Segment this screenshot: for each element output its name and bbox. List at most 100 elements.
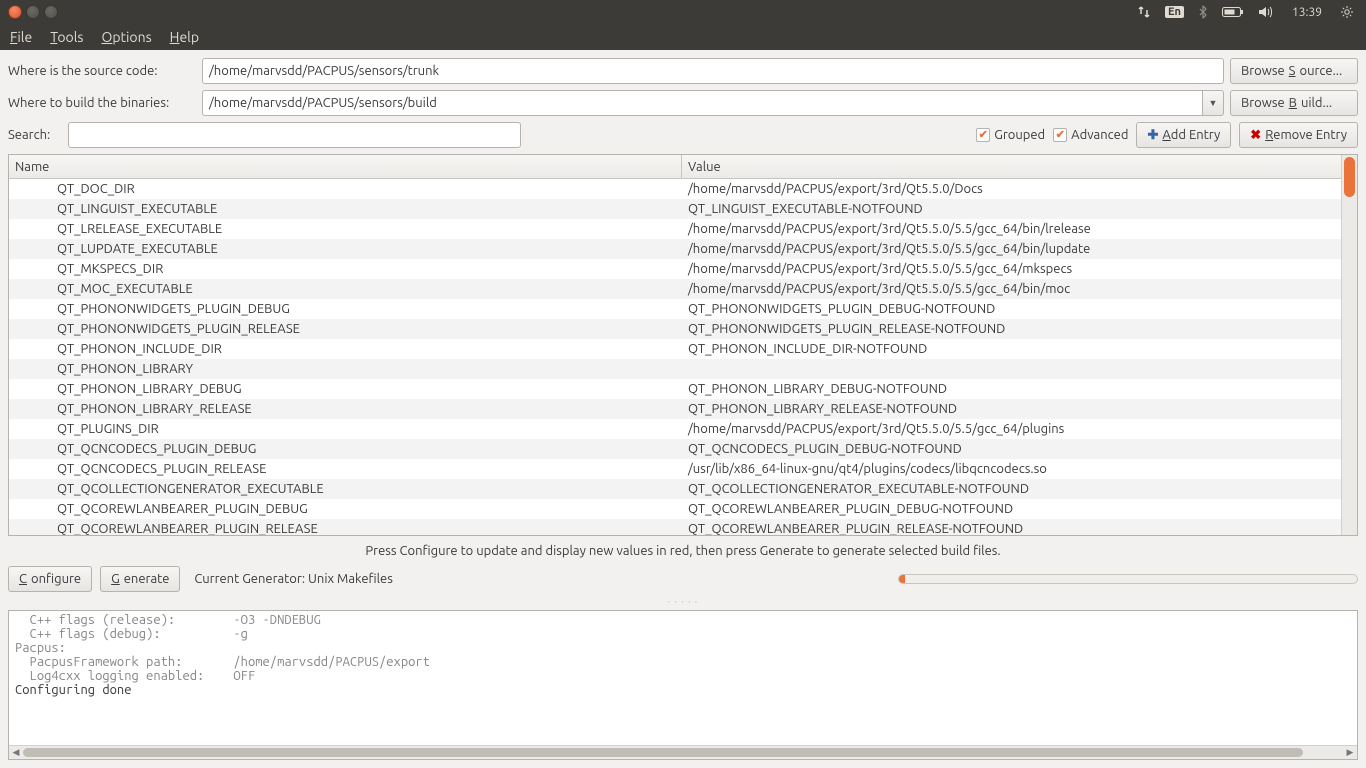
clock[interactable]: 13:39 bbox=[1292, 6, 1322, 19]
table-row[interactable]: QT_LUPDATE_EXECUTABLE/home/marvsdd/PACPU… bbox=[9, 239, 1341, 259]
table-row[interactable]: QT_QCOREWLANBEARER_PLUGIN_RELEASEQT_QCOR… bbox=[9, 519, 1341, 535]
cache-var-name: QT_LINGUIST_EXECUTABLE bbox=[9, 202, 682, 216]
grouped-label: Grouped bbox=[994, 128, 1045, 142]
output-text[interactable]: C++ flags (release): -O3 -DNDEBUG C++ fl… bbox=[9, 611, 1357, 745]
checkbox-icon bbox=[1053, 128, 1067, 142]
cache-var-name: QT_DOC_DIR bbox=[9, 182, 682, 196]
hint-text: Press Configure to update and display ne… bbox=[8, 542, 1358, 560]
cache-var-value[interactable]: QT_PHONON_LIBRARY_DEBUG-NOTFOUND bbox=[682, 382, 1341, 396]
cache-var-value[interactable]: QT_PHONONWIDGETS_PLUGIN_RELEASE-NOTFOUND bbox=[682, 322, 1341, 336]
current-generator-label: Current Generator: Unix Makefiles bbox=[194, 572, 392, 586]
cache-var-name: QT_QCOLLECTIONGENERATOR_EXECUTABLE bbox=[9, 482, 682, 496]
cache-var-name: QT_MKSPECS_DIR bbox=[9, 262, 682, 276]
table-row[interactable]: QT_PHONON_LIBRARY bbox=[9, 359, 1341, 379]
cache-var-name: QT_LRELEASE_EXECUTABLE bbox=[9, 222, 682, 236]
cache-var-value[interactable]: /home/marvsdd/PACPUS/export/3rd/Qt5.5.0/… bbox=[682, 422, 1341, 436]
cache-var-value[interactable]: /home/marvsdd/PACPUS/export/3rd/Qt5.5.0/… bbox=[682, 242, 1341, 256]
network-icon[interactable] bbox=[1137, 5, 1151, 19]
table-row[interactable]: QT_PHONONWIDGETS_PLUGIN_RELEASEQT_PHONON… bbox=[9, 319, 1341, 339]
cache-var-value[interactable]: /home/marvsdd/PACPUS/export/3rd/Qt5.5.0/… bbox=[682, 282, 1341, 296]
table-row[interactable]: QT_LRELEASE_EXECUTABLE/home/marvsdd/PACP… bbox=[9, 219, 1341, 239]
browse-build-button[interactable]: Browse Build... bbox=[1230, 90, 1358, 116]
window-maximize-button[interactable] bbox=[44, 5, 58, 19]
table-row[interactable]: QT_PHONONWIDGETS_PLUGIN_DEBUGQT_PHONONWI… bbox=[9, 299, 1341, 319]
cache-var-value[interactable]: QT_QCOREWLANBEARER_PLUGIN_DEBUG-NOTFOUND bbox=[682, 502, 1341, 516]
menu-options[interactable]: Options bbox=[101, 29, 151, 45]
cache-var-value[interactable]: QT_QCNCODECS_PLUGIN_DEBUG-NOTFOUND bbox=[682, 442, 1341, 456]
cache-var-value[interactable]: QT_QCOLLECTIONGENERATOR_EXECUTABLE-NOTFO… bbox=[682, 482, 1341, 496]
vertical-scrollbar[interactable] bbox=[1341, 155, 1357, 535]
column-header-name[interactable]: Name bbox=[9, 155, 682, 178]
settings-gear-icon[interactable] bbox=[1340, 5, 1354, 19]
column-header-value[interactable]: Value bbox=[682, 155, 1341, 178]
remove-entry-button[interactable]: ✖ Remove Entry bbox=[1239, 122, 1358, 148]
output-pane: C++ flags (release): -O3 -DNDEBUG C++ fl… bbox=[8, 610, 1358, 760]
cache-var-name: QT_QCOREWLANBEARER_PLUGIN_DEBUG bbox=[9, 502, 682, 516]
browse-source-button[interactable]: Browse Source... bbox=[1230, 58, 1358, 84]
source-label: Where is the source code: bbox=[8, 64, 196, 78]
cache-var-value[interactable]: /home/marvsdd/PACPUS/export/3rd/Qt5.5.0/… bbox=[682, 262, 1341, 276]
table-row[interactable]: QT_PLUGINS_DIR/home/marvsdd/PACPUS/expor… bbox=[9, 419, 1341, 439]
horizontal-scrollbar[interactable]: ◀ ▶ bbox=[9, 745, 1357, 759]
search-input[interactable] bbox=[68, 122, 521, 148]
table-row[interactable]: QT_QCNCODECS_PLUGIN_DEBUGQT_QCNCODECS_PL… bbox=[9, 439, 1341, 459]
window-minimize-button[interactable] bbox=[26, 5, 40, 19]
table-header: Name Value bbox=[9, 155, 1341, 179]
table-row[interactable]: QT_MOC_EXECUTABLE/home/marvsdd/PACPUS/ex… bbox=[9, 279, 1341, 299]
splitter-handle[interactable]: · · · · · bbox=[8, 598, 1358, 604]
generate-button[interactable]: Generate bbox=[100, 566, 180, 592]
cache-var-value[interactable]: QT_PHONONWIDGETS_PLUGIN_DEBUG-NOTFOUND bbox=[682, 302, 1341, 316]
cache-var-name: QT_MOC_EXECUTABLE bbox=[9, 282, 682, 296]
cache-var-name: QT_PHONONWIDGETS_PLUGIN_RELEASE bbox=[9, 322, 682, 336]
table-body: QT_DOC_DIR/home/marvsdd/PACPUS/export/3r… bbox=[9, 179, 1341, 535]
cache-var-name: QT_PHONON_LIBRARY_RELEASE bbox=[9, 402, 682, 416]
table-row[interactable]: QT_QCOLLECTIONGENERATOR_EXECUTABLEQT_QCO… bbox=[9, 479, 1341, 499]
cache-var-value[interactable]: QT_QCOREWLANBEARER_PLUGIN_RELEASE-NOTFOU… bbox=[682, 522, 1341, 535]
app-menubar: File Tools Options Help bbox=[0, 24, 1366, 50]
keyboard-language-indicator[interactable]: En bbox=[1165, 6, 1184, 18]
scrollbar-thumb[interactable] bbox=[1344, 157, 1355, 197]
scroll-left-arrow-icon[interactable]: ◀ bbox=[9, 746, 23, 759]
table-row[interactable]: QT_PHONON_LIBRARY_RELEASEQT_PHONON_LIBRA… bbox=[9, 399, 1341, 419]
scroll-right-arrow-icon[interactable]: ▶ bbox=[1343, 746, 1357, 759]
build-path-input[interactable] bbox=[202, 90, 1202, 116]
grouped-checkbox[interactable]: Grouped bbox=[976, 128, 1045, 142]
cache-var-name: QT_QCNCODECS_PLUGIN_DEBUG bbox=[9, 442, 682, 456]
build-path-dropdown-button[interactable]: ▼ bbox=[1202, 90, 1224, 116]
advanced-checkbox[interactable]: Advanced bbox=[1053, 128, 1128, 142]
system-tray: En 13:39 bbox=[1137, 5, 1362, 19]
cache-var-value[interactable]: /home/marvsdd/PACPUS/export/3rd/Qt5.5.0/… bbox=[682, 222, 1341, 236]
cache-var-name: QT_QCNCODECS_PLUGIN_RELEASE bbox=[9, 462, 682, 476]
window-close-button[interactable] bbox=[8, 5, 22, 19]
build-label: Where to build the binaries: bbox=[8, 96, 196, 110]
table-row[interactable]: QT_QCNCODECS_PLUGIN_RELEASE/usr/lib/x86_… bbox=[9, 459, 1341, 479]
table-row[interactable]: QT_MKSPECS_DIR/home/marvsdd/PACPUS/expor… bbox=[9, 259, 1341, 279]
system-top-panel: En 13:39 bbox=[0, 0, 1366, 24]
cache-var-value[interactable]: QT_PHONON_INCLUDE_DIR-NOTFOUND bbox=[682, 342, 1341, 356]
table-row[interactable]: QT_QCOREWLANBEARER_PLUGIN_DEBUGQT_QCOREW… bbox=[9, 499, 1341, 519]
bluetooth-icon[interactable] bbox=[1198, 5, 1208, 19]
progress-bar bbox=[898, 574, 1358, 584]
table-row[interactable]: QT_LINGUIST_EXECUTABLEQT_LINGUIST_EXECUT… bbox=[9, 199, 1341, 219]
menu-tools[interactable]: Tools bbox=[50, 29, 83, 45]
volume-icon[interactable] bbox=[1258, 5, 1274, 19]
cache-var-value[interactable]: /home/marvsdd/PACPUS/export/3rd/Qt5.5.0/… bbox=[682, 182, 1341, 196]
cache-var-value[interactable]: QT_PHONON_LIBRARY_RELEASE-NOTFOUND bbox=[682, 402, 1341, 416]
table-row[interactable]: QT_PHONON_LIBRARY_DEBUGQT_PHONON_LIBRARY… bbox=[9, 379, 1341, 399]
cache-var-value[interactable]: QT_LINGUIST_EXECUTABLE-NOTFOUND bbox=[682, 202, 1341, 216]
cache-var-value[interactable]: /usr/lib/x86_64-linux-gnu/qt4/plugins/co… bbox=[682, 462, 1341, 476]
menu-help[interactable]: Help bbox=[170, 29, 199, 45]
remove-icon: ✖ bbox=[1250, 128, 1261, 143]
table-row[interactable]: QT_DOC_DIR/home/marvsdd/PACPUS/export/3r… bbox=[9, 179, 1341, 199]
cache-var-name: QT_PHONON_INCLUDE_DIR bbox=[9, 342, 682, 356]
search-label: Search: bbox=[8, 128, 60, 142]
checkbox-icon bbox=[976, 128, 990, 142]
menu-file[interactable]: File bbox=[10, 29, 32, 45]
configure-button[interactable]: Configure bbox=[8, 566, 92, 592]
add-entry-button[interactable]: ✚ Add Entry bbox=[1136, 122, 1231, 148]
scrollbar-thumb[interactable] bbox=[23, 748, 1303, 757]
battery-icon[interactable] bbox=[1222, 6, 1244, 18]
table-row[interactable]: QT_PHONON_INCLUDE_DIRQT_PHONON_INCLUDE_D… bbox=[9, 339, 1341, 359]
cache-var-name: QT_PHONON_LIBRARY bbox=[9, 362, 682, 376]
source-path-input[interactable] bbox=[202, 58, 1224, 84]
